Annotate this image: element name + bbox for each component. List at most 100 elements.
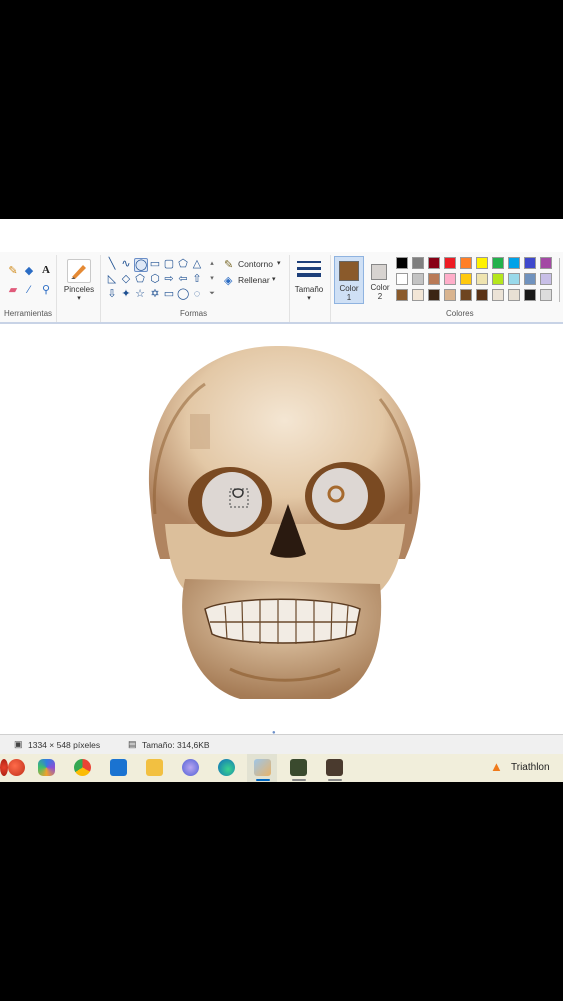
fill-bucket-icon[interactable]: ◆ [22, 264, 36, 278]
weather-label: Triathlon [511, 762, 550, 773]
size-label: Tamaño [294, 285, 324, 294]
color2-number: 2 [377, 292, 383, 301]
palette-swatch[interactable] [540, 273, 552, 285]
paint-window: ✎ ◆ A ▰ ⁄ ⚲ Herramientas Pinceles ▾ ╲ ∿ … [0, 219, 563, 782]
color-picker-icon[interactable]: ⁄ [22, 283, 36, 297]
palette-swatch[interactable] [460, 257, 472, 269]
up-arrow-shape-icon[interactable]: ⇧ [191, 273, 203, 285]
palette-swatch[interactable] [508, 273, 520, 285]
fill-label: Rellenar [238, 275, 270, 285]
app-icon[interactable] [290, 759, 307, 776]
fill-icon: ◈ [224, 275, 233, 287]
palette-swatch[interactable] [524, 257, 536, 269]
palette-swatch[interactable] [396, 257, 408, 269]
palette-swatch[interactable] [476, 257, 488, 269]
scroll-up-icon[interactable]: ▴ [206, 258, 218, 270]
title-bar-area [0, 219, 563, 252]
image-dimensions: 1334 × 548 píxeles [28, 740, 101, 750]
text-tool-icon[interactable]: A [39, 263, 53, 277]
pentagon-shape-icon[interactable]: ⬠ [134, 273, 146, 285]
palette-swatch[interactable] [412, 257, 424, 269]
color-palette [396, 257, 563, 305]
six-point-star-shape-icon[interactable]: ✡ [149, 288, 161, 300]
color2-button[interactable]: Color 2 [366, 256, 394, 304]
palette-swatch[interactable] [412, 289, 424, 301]
palette-swatch[interactable] [492, 273, 504, 285]
curve-shape-icon[interactable]: ∿ [120, 258, 132, 270]
palette-swatch[interactable] [508, 257, 520, 269]
chevron-down-icon: ▾ [277, 260, 281, 267]
line-shape-icon[interactable]: ╲ [106, 258, 118, 270]
size-button[interactable]: Tamaño ▾ [292, 256, 326, 304]
brush-icon [67, 259, 91, 283]
color1-button[interactable]: Color 1 [334, 256, 364, 304]
palette-swatch[interactable] [508, 289, 520, 301]
chevron-down-icon: ▾ [272, 276, 276, 283]
expand-gallery-icon[interactable]: ⏷ [206, 288, 218, 300]
mail-icon[interactable] [110, 759, 127, 776]
scroll-down-icon[interactable]: ▾ [206, 273, 218, 285]
palette-swatch[interactable] [428, 289, 440, 301]
copilot-icon[interactable] [38, 759, 55, 776]
chrome-icon[interactable] [74, 759, 91, 776]
palette-swatch[interactable] [524, 273, 536, 285]
right-triangle-shape-icon[interactable]: ◺ [106, 273, 118, 285]
down-arrow-shape-icon[interactable]: ⇩ [106, 288, 118, 300]
skull-drawing [148, 345, 421, 699]
triangle-shape-icon[interactable]: △ [191, 258, 203, 270]
diamond-shape-icon[interactable]: ◇ [120, 273, 132, 285]
palette-swatch[interactable] [476, 273, 488, 285]
palette-swatch[interactable] [444, 273, 456, 285]
star-shape-icon[interactable]: ☆ [134, 288, 146, 300]
flame-icon: ▲ [490, 759, 503, 774]
palette-swatch[interactable] [460, 273, 472, 285]
rectangle-shape-icon[interactable]: ▭ [149, 258, 161, 270]
palette-swatch[interactable] [540, 289, 552, 301]
palette-swatch[interactable] [428, 257, 440, 269]
palette-swatch[interactable] [444, 257, 456, 269]
resize-handle[interactable]: ● [272, 730, 276, 736]
right-arrow-shape-icon[interactable]: ⇨ [163, 273, 175, 285]
palette-swatch[interactable] [428, 273, 440, 285]
callout-oval-shape-icon[interactable]: ◯ [177, 288, 189, 300]
polygon-shape-icon[interactable]: ⬠ [177, 258, 189, 270]
file-explorer-icon[interactable] [146, 759, 163, 776]
weather-widget[interactable]: ▲ Triathlon [488, 759, 563, 777]
outline-button[interactable]: ✎ Contorno ▾ [224, 258, 286, 272]
color1-label: Color [339, 284, 359, 293]
palette-swatch[interactable] [460, 289, 472, 301]
brushes-button[interactable]: Pinceles ▾ [62, 256, 96, 304]
hexagon-shape-icon[interactable]: ⬡ [149, 273, 161, 285]
paint-icon[interactable] [254, 759, 271, 776]
app-icon[interactable] [326, 759, 343, 776]
tomato-app-icon[interactable] [8, 759, 25, 776]
palette-swatch[interactable] [540, 257, 552, 269]
pencil-icon[interactable]: ✎ [6, 264, 20, 278]
palette-swatch[interactable] [476, 289, 488, 301]
palette-swatch[interactable] [492, 289, 504, 301]
app-icon[interactable] [0, 759, 8, 776]
shapes-gallery[interactable]: ╲ ∿ ◯ ▭ ▢ ⬠ △ ◺ ◇ ⬠ ⬡ ⇨ ⇦ ⇧ ⇩ ✦ ☆ ✡ ▭ ◯ … [106, 258, 218, 306]
palette-swatch[interactable] [524, 289, 536, 301]
oval-shape-icon[interactable]: ◯ [134, 258, 148, 272]
palette-swatch[interactable] [396, 273, 408, 285]
edge-icon[interactable] [218, 759, 235, 776]
active-indicator [256, 779, 270, 781]
rounded-rect-shape-icon[interactable]: ▢ [163, 258, 175, 270]
eraser-icon[interactable]: ▰ [6, 283, 20, 297]
app-icon[interactable] [182, 759, 199, 776]
chevron-down-icon: ▾ [307, 295, 311, 302]
line-size-icon [297, 259, 321, 279]
magnifier-icon[interactable]: ⚲ [39, 283, 53, 297]
callout-cloud-shape-icon[interactable]: ◌ [191, 288, 203, 300]
left-arrow-shape-icon[interactable]: ⇦ [177, 273, 189, 285]
fill-button[interactable]: ◈ Rellenar ▾ [224, 274, 286, 288]
palette-swatch[interactable] [492, 257, 504, 269]
palette-swatch[interactable] [444, 289, 456, 301]
palette-swatch[interactable] [412, 273, 424, 285]
drawing-canvas[interactable] [0, 322, 563, 729]
file-size: Tamaño: 314,6KB [142, 740, 210, 750]
palette-swatch[interactable] [396, 289, 408, 301]
callout-rect-shape-icon[interactable]: ▭ [163, 288, 175, 300]
four-point-star-shape-icon[interactable]: ✦ [120, 288, 132, 300]
